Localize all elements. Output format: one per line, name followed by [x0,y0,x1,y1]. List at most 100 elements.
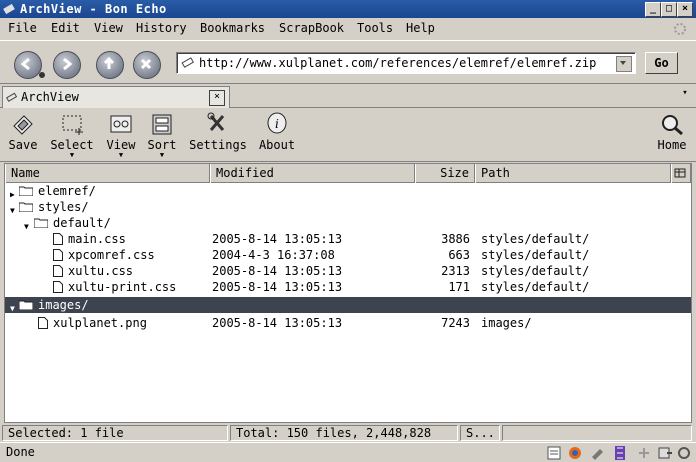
navigation-toolbar: http://www.xulplanet.com/references/elem… [0,40,696,84]
folder-open-icon [34,218,48,228]
film-icon[interactable] [612,445,628,461]
column-path[interactable]: Path [475,164,671,183]
back-arrow-icon [20,57,30,71]
minimize-button[interactable]: _ [645,2,661,17]
tree-row[interactable]: xulplanet.png 2005-8-14 13:05:13 7243 im… [5,315,691,331]
title-bar: ArchView - Bon Echo _ □ × [0,0,696,18]
archive-status-bar: Selected: 1 file Total: 150 files, 2,448… [0,424,696,442]
menu-scrapbook[interactable]: ScrapBook [279,21,344,35]
go-button[interactable]: Go [645,52,678,74]
file-name: xultu-print.css [68,280,177,294]
menu-view[interactable]: View [94,21,123,35]
file-path: styles/default/ [481,232,590,246]
total-files: Total: 150 files, 2,448,828 [230,425,458,441]
menu-history[interactable]: History [136,21,187,35]
home-button[interactable]: Home [654,112,690,152]
file-tree[interactable]: Name Modified Size Path ▶ elemref/ ▼ sty… [4,163,692,423]
url-text: http://www.xulplanet.com/references/elem… [199,56,597,70]
select-button[interactable]: Select ▼ [49,112,95,159]
tree-row[interactable]: xpcomref.css 2004-4-3 16:37:08 663 style… [5,247,691,263]
view-button[interactable]: View ▼ [104,112,138,159]
tree-row-selected[interactable]: ▼ images/ [5,297,691,313]
forward-arrow-icon [63,57,73,71]
save-label: Save [8,138,38,152]
stop-button[interactable] [133,51,161,79]
firefox-icon[interactable] [567,445,583,461]
about-label: About [258,138,296,152]
pen-icon[interactable] [590,445,606,461]
info-icon: i [267,112,287,134]
file-icon [53,249,63,261]
url-dropdown-button[interactable] [616,56,632,72]
progress-field [502,425,692,441]
file-icon [38,317,48,329]
folder-icon [19,186,33,196]
tree-header: Name Modified Size Path [5,164,691,183]
file-path: styles/default/ [481,280,590,294]
file-name: xpcomref.css [68,248,155,262]
app-icon [3,3,15,15]
tree-row[interactable]: xultu-print.css 2005-8-14 13:05:13 171 s… [5,279,691,295]
about-button[interactable]: i About [257,112,297,152]
home-label: Home [657,138,687,152]
menu-tools[interactable]: Tools [357,21,393,35]
tab-label: ArchView [21,90,79,104]
sort-icon [152,114,172,135]
menu-help[interactable]: Help [406,21,435,35]
view-dropdown-icon: ▼ [118,151,124,159]
menu-file[interactable]: File [8,21,37,35]
file-size: 663 [448,248,470,262]
save-icon [13,115,33,135]
file-size: 2313 [441,264,470,278]
settings-button[interactable]: Settings [188,112,248,152]
selected-count: Selected: 1 file [2,425,228,441]
transfer-icon[interactable] [657,445,673,461]
forward-button[interactable] [53,51,81,79]
tab-bar: ArchView × [0,84,696,108]
file-name: main.css [68,232,126,246]
menu-bookmarks[interactable]: Bookmarks [200,21,265,35]
tree-row[interactable]: ▼ default/ [5,215,691,231]
menu-bar: File Edit View History Bookmarks ScrapBo… [0,18,696,40]
plus-icon[interactable] [636,445,652,461]
sort-button[interactable]: Sort ▼ [146,112,178,159]
page-info-icon[interactable] [546,445,562,461]
url-bar[interactable]: http://www.xulplanet.com/references/elem… [176,52,636,74]
menu-edit[interactable]: Edit [51,21,80,35]
file-size: 3886 [441,232,470,246]
close-window-button[interactable]: × [677,2,693,17]
back-dropdown-icon[interactable] [38,71,46,79]
window-title: ArchView - Bon Echo [20,2,167,16]
file-icon [53,233,63,245]
status-s: S... [460,425,500,441]
file-size: 171 [448,280,470,294]
file-name: elemref/ [38,184,96,198]
sort-label: Sort [147,138,177,152]
sync-icon[interactable] [676,445,692,461]
tab-list-button[interactable]: ▾ [678,88,692,102]
column-picker-button[interactable] [671,164,691,183]
select-label: Select [50,138,94,152]
folder-open-icon [19,300,33,310]
file-name: xultu.css [68,264,134,278]
file-modified: 2005-8-14 13:05:13 [212,316,343,330]
save-button[interactable]: Save [7,112,39,152]
tree-row[interactable]: xultu.css 2005-8-14 13:05:13 2313 styles… [5,263,691,279]
tree-row[interactable]: ▼ styles/ [5,199,691,215]
column-name[interactable]: Name [5,164,210,183]
close-tab-button[interactable]: × [209,90,225,106]
status-text: Done [6,445,35,459]
tree-row[interactable]: ▶ elemref/ [5,183,691,199]
page-icon [181,57,195,68]
reload-button[interactable] [96,51,124,79]
column-size[interactable]: Size [415,164,475,183]
tab-archview[interactable]: ArchView × [2,86,230,108]
stop-icon [140,58,152,70]
tab-page-icon [6,92,18,102]
sort-dropdown-icon: ▼ [159,151,165,159]
maximize-button[interactable]: □ [661,2,677,17]
tree-row[interactable]: main.css 2005-8-14 13:05:13 3886 styles/… [5,231,691,247]
column-modified[interactable]: Modified [210,164,415,183]
archview-toolbar: Save Select ▼ View ▼ Sort ▼ Settings i A… [0,108,696,162]
file-name: xulplanet.png [53,316,147,330]
